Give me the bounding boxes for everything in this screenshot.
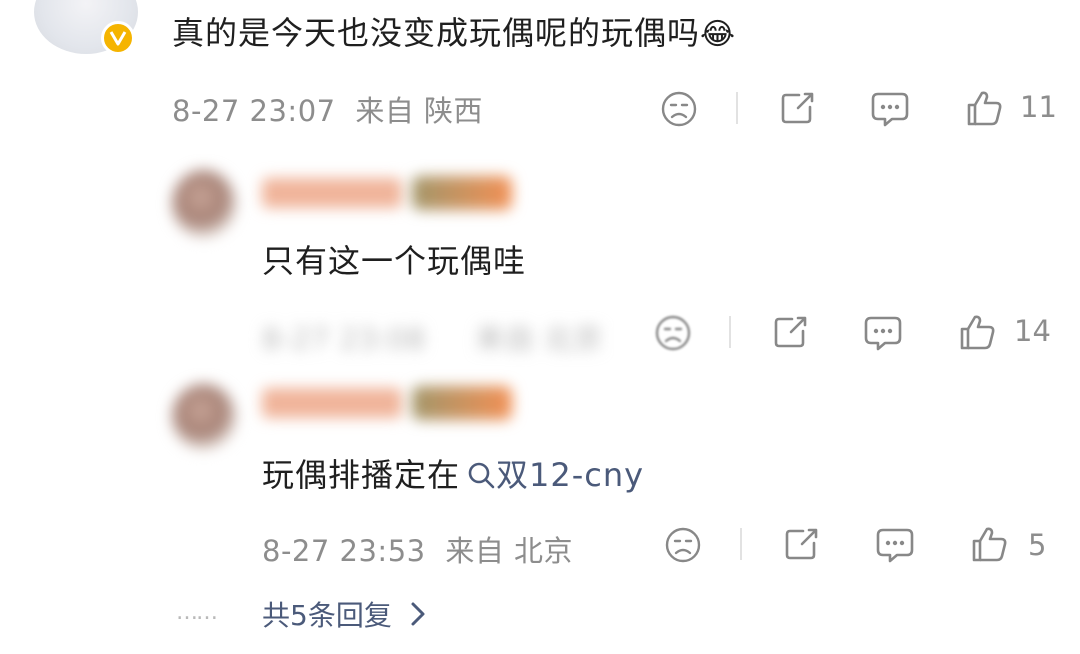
- comment-time: 8-27 23:07: [172, 94, 336, 128]
- main-comment-text: 真的是今天也没变成玩偶呢的玩偶吗😂: [172, 14, 737, 52]
- dislike-icon[interactable]: [662, 524, 704, 566]
- reply-location: 来自 北京: [475, 322, 604, 356]
- like-icon[interactable]: [962, 86, 1006, 130]
- comment-location: 来自 陕西: [355, 94, 484, 128]
- divider: [740, 528, 742, 560]
- reply-location: 来自 北京: [445, 534, 574, 568]
- more-replies-label: 共5条回复: [262, 599, 392, 632]
- reply-text: 只有这一个玩偶哇: [262, 242, 527, 280]
- reply-meta: 8-27 23:53 来自 北京: [262, 528, 573, 570]
- reply-time: 8-27 23:08: [262, 322, 426, 356]
- more-replies-dots: ……: [176, 600, 218, 625]
- laughing-emoji-icon: 😂: [700, 17, 737, 52]
- search-icon: [468, 462, 495, 489]
- like-icon[interactable]: [955, 310, 999, 354]
- dislike-icon[interactable]: [652, 312, 694, 354]
- reply-username[interactable]: [262, 178, 402, 208]
- reply-user-badge: [412, 386, 512, 420]
- share-icon[interactable]: [779, 522, 823, 566]
- divider: [736, 92, 738, 124]
- main-comment-meta: 8-27 23:07 来自 陕西: [172, 88, 483, 130]
- like-count: 11: [1020, 90, 1057, 124]
- divider: [729, 316, 731, 348]
- reply-username[interactable]: [262, 388, 402, 418]
- chevron-right-icon: [411, 602, 425, 626]
- comment-icon[interactable]: [868, 88, 912, 130]
- more-replies-link[interactable]: 共5条回复: [262, 594, 430, 634]
- share-icon[interactable]: [775, 86, 819, 130]
- reply-time: 8-27 23:53: [262, 534, 426, 568]
- reply-meta: 8-27 23:08 来自 北京: [262, 316, 603, 358]
- share-icon[interactable]: [768, 310, 812, 354]
- reply-text: 玩偶排播定在 双12-cny: [262, 456, 645, 494]
- verified-badge-icon: [101, 21, 135, 55]
- like-count: 14: [1014, 314, 1051, 348]
- comment-icon[interactable]: [873, 524, 917, 566]
- reply-user-badge: [412, 176, 512, 210]
- topic-link[interactable]: 双12-cny: [466, 456, 644, 494]
- like-icon[interactable]: [967, 522, 1011, 566]
- comment-icon[interactable]: [861, 312, 905, 354]
- like-count: 5: [1028, 528, 1047, 562]
- reply-avatar[interactable]: [172, 384, 236, 450]
- reply-avatar[interactable]: [172, 170, 236, 238]
- dislike-icon[interactable]: [658, 88, 700, 130]
